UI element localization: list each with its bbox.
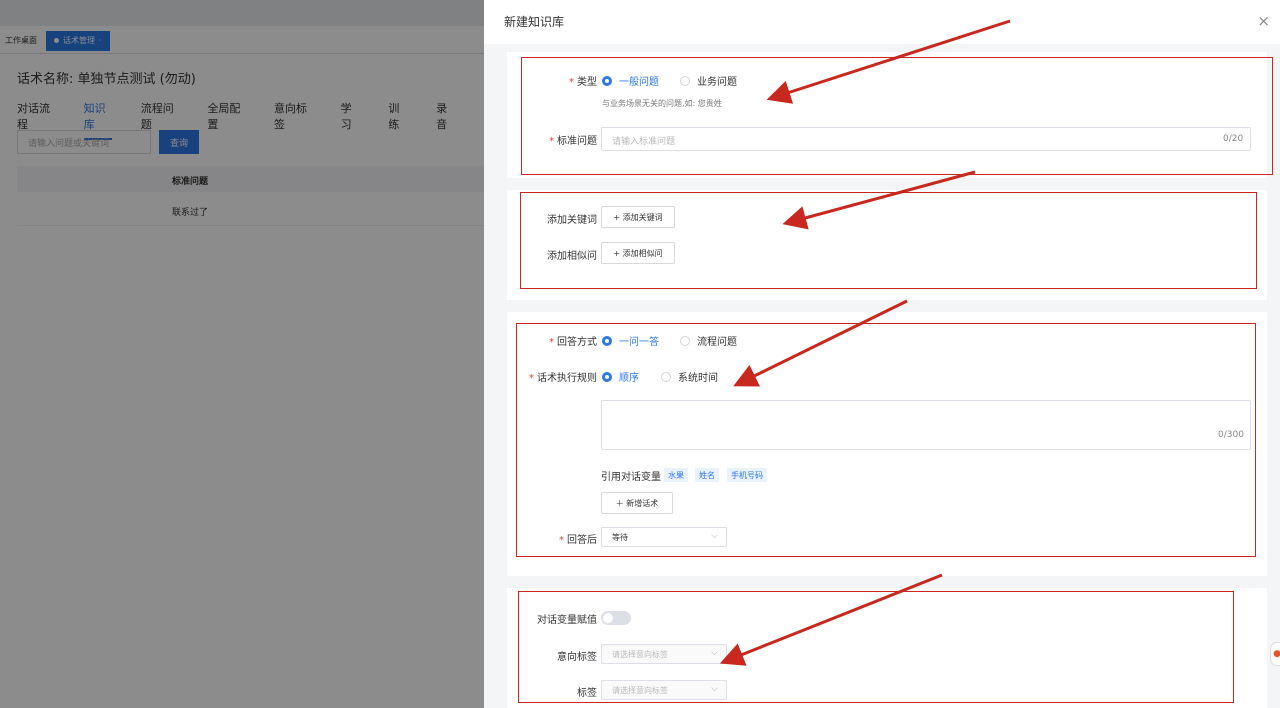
similar-label: 添加相似问 [547,251,597,262]
type-label: * 类型 [569,77,597,88]
variable-tag-name[interactable]: 姓名 [695,468,719,482]
modal-mask[interactable] [0,0,484,708]
exec-rule-label: * 话术执行规则 [529,373,597,384]
floating-assistant-icon[interactable]: ● [1270,642,1280,666]
radio-system-time[interactable]: 系统时间 [661,369,718,384]
radio-icon [602,75,612,86]
standard-question-input[interactable]: 请输入标准问题 [601,127,1251,151]
radio-icon [680,75,690,86]
add-keyword-button[interactable]: + 添加关键词 [601,206,675,228]
radio-general-question[interactable]: 一般问题 [602,73,659,88]
standard-question-counter: 0/20 [1223,134,1244,144]
radio-icon [661,371,671,382]
card-basic: * 类型 一般问题 业务问题 与业务场景无关的问题,如: 您贵姓 * 标准问题 请输… [507,52,1267,178]
add-similar-button[interactable]: + 添加相似问 [601,242,675,264]
drawer-header: 新建知识库 × [484,0,1280,44]
chevron-down-icon: ⌵ [711,648,718,658]
radio-business-question[interactable]: 业务问题 [680,73,737,88]
drawer-title: 新建知识库 [504,15,565,29]
close-icon[interactable]: × [1257,12,1270,30]
tag-select[interactable]: 请选择意向标签 ⌵ [601,680,727,700]
standard-question-label: * 标准问题 [549,136,597,147]
variable-tag-phone[interactable]: 手机号码 [727,468,767,482]
add-script-button[interactable]: ＋ 新增话术 [601,492,673,514]
card-answer: * 回答方式 一问一答 流程问题 * 话术执行规则 顺序 系统时间 0/300 引用… [507,312,1267,576]
keywords-label: 添加关键词 [547,215,597,226]
chevron-down-icon: ⌵ [711,531,718,541]
radio-icon [602,371,612,382]
after-answer-select[interactable]: 等待 ⌵ [601,527,727,547]
var-assign-toggle[interactable] [601,611,631,625]
type-hint: 与业务场景无关的问题,如: 您贵姓 [602,99,722,108]
radio-flow-question[interactable]: 流程问题 [680,333,737,348]
after-answer-label: * 回答后 [559,535,597,546]
radio-sequential[interactable]: 顺序 [602,369,639,384]
var-assign-label: 对话变量赋值 [537,615,597,626]
script-counter: 0/300 [1218,430,1244,440]
new-knowledge-drawer: 新建知识库 × * 类型 一般问题 业务问题 与业务场景无关的问题,如: 您贵姓 … [484,0,1280,708]
answer-mode-label: * 回答方式 [549,337,597,348]
tag-label: 标签 [577,688,597,699]
card-keywords: 添加关键词 + 添加关键词 添加相似问 + 添加相似问 [507,190,1267,300]
script-textarea[interactable] [601,400,1251,450]
intent-tag-label: 意向标签 [557,652,597,663]
chevron-down-icon: ⌵ [711,684,718,694]
radio-icon [602,335,612,346]
card-tags: 对话变量赋值 意向标签 请选择意向标签 ⌵ 标签 请选择意向标签 ⌵ [507,588,1267,708]
intent-tag-select[interactable]: 请选择意向标签 ⌵ [601,644,727,664]
radio-one-question-one-answer[interactable]: 一问一答 [602,333,659,348]
toggle-knob [603,613,613,623]
variable-tag-fruit[interactable]: 水果 [664,468,688,482]
variables-label: 引用对话变量 [601,472,661,483]
radio-icon [680,335,690,346]
